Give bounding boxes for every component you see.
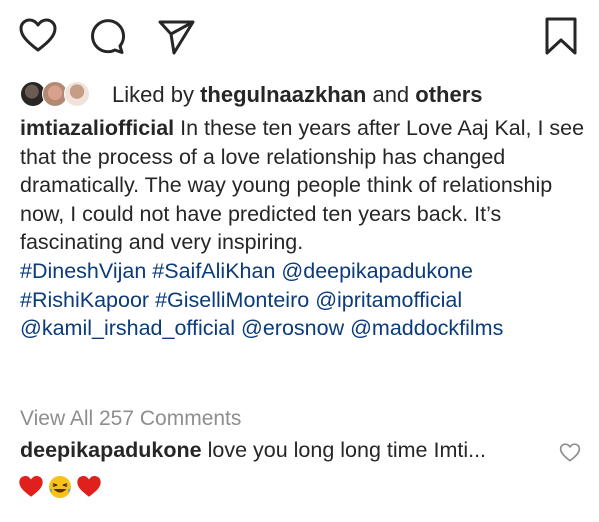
hashtag-link[interactable]: #GiselliMonteiro bbox=[155, 288, 309, 312]
comment-emojis bbox=[18, 474, 102, 500]
post-caption: imtiazaliofficial In these ten years aft… bbox=[20, 114, 586, 343]
liker-username[interactable]: thegulnaazkhan bbox=[200, 82, 366, 107]
hashtag-link[interactable]: #DineshVijan bbox=[20, 259, 146, 283]
laughing-face-icon bbox=[48, 475, 72, 499]
hashtag-link[interactable]: #SaifAliKhan bbox=[152, 259, 275, 283]
avatar bbox=[64, 81, 90, 107]
likes-connector: and bbox=[372, 82, 410, 107]
likes-prefix: Liked by bbox=[112, 82, 194, 107]
comment: deepikapadukone love you long long time … bbox=[20, 438, 581, 468]
red-heart-icon bbox=[19, 475, 43, 497]
comment-heart-icon[interactable] bbox=[559, 442, 581, 464]
caption-username[interactable]: imtiazaliofficial bbox=[20, 116, 174, 140]
heart-icon[interactable] bbox=[18, 16, 58, 56]
mention-link[interactable]: @maddockfilms bbox=[350, 316, 503, 340]
likes-summary[interactable]: Liked by thegulnaazkhan and others bbox=[20, 80, 483, 110]
comment-username[interactable]: deepikapadukone bbox=[20, 438, 202, 462]
mention-link[interactable]: @erosnow bbox=[241, 316, 344, 340]
red-heart-icon bbox=[77, 475, 101, 497]
mention-link[interactable]: @deepikapadukone bbox=[281, 259, 473, 283]
mention-link[interactable]: @kamil_irshad_official bbox=[20, 316, 235, 340]
hashtag-link[interactable]: #RishiKapoor bbox=[20, 288, 149, 312]
bookmark-icon[interactable] bbox=[541, 16, 581, 56]
share-icon[interactable] bbox=[156, 16, 196, 56]
comment-text: love you long long time Imti... bbox=[207, 438, 487, 462]
likes-others-link[interactable]: others bbox=[415, 82, 482, 107]
caption-tags: #DineshVijan #SaifAliKhan @deepikapaduko… bbox=[20, 257, 586, 343]
view-all-comments-link[interactable]: View All 257 Comments bbox=[20, 407, 241, 431]
post-action-bar bbox=[18, 16, 581, 56]
comment-icon[interactable] bbox=[86, 16, 126, 56]
liker-avatars bbox=[20, 81, 104, 109]
likes-text: Liked by thegulnaazkhan and others bbox=[112, 82, 483, 108]
mention-link[interactable]: @ipritamofficial bbox=[315, 288, 462, 312]
